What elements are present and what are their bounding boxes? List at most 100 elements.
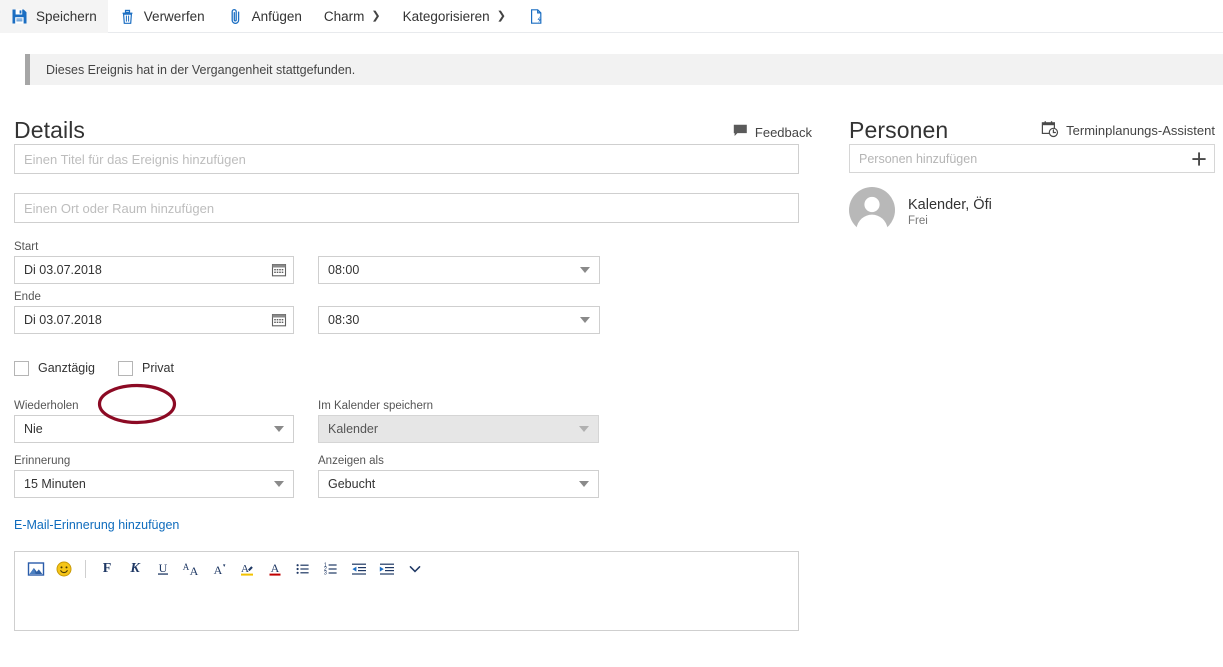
svg-text:A: A <box>190 564 199 578</box>
past-event-notification: Dieses Ereignis hat in der Vergangenheit… <box>25 54 1223 85</box>
attendee-name: Kalender, Öfi <box>908 197 992 213</box>
bold-icon[interactable]: F <box>94 556 120 582</box>
increase-font-size-icon[interactable]: A A <box>178 556 204 582</box>
title-field-row <box>14 144 806 174</box>
indent-icon[interactable] <box>374 556 400 582</box>
save-in-calendar-select[interactable]: Kalender <box>318 415 599 443</box>
charm-menu-label: Charm <box>324 9 365 24</box>
emoji-icon[interactable] <box>51 556 77 582</box>
feedback-button[interactable]: Feedback <box>733 124 812 144</box>
save-button-label: Speichern <box>36 9 97 24</box>
checkbox-row: Ganztägig Privat <box>14 357 820 379</box>
add-people-input[interactable] <box>849 144 1215 173</box>
svg-text:3: 3 <box>324 570 327 576</box>
start-time-wrapper <box>318 256 600 284</box>
toolbar-separator <box>85 560 86 578</box>
end-date-wrapper <box>14 306 294 334</box>
private-label: Privat <box>142 361 174 375</box>
repeat-select[interactable]: Nie <box>14 415 294 443</box>
chevron-down-icon: ❯ <box>371 11 380 22</box>
svg-text:A: A <box>214 563 223 577</box>
font-color-icon[interactable]: A <box>262 556 288 582</box>
plus-icon[interactable] <box>1188 148 1209 169</box>
discard-button[interactable]: Verwerfen <box>108 0 216 33</box>
people-title: Personen <box>849 117 948 144</box>
save-in-calendar-label: Im Kalender speichern <box>318 400 599 412</box>
italic-icon[interactable]: K <box>122 556 148 582</box>
save-button[interactable]: Speichern <box>0 0 108 33</box>
scheduling-assistant-label: Terminplanungs-Assistent <box>1066 123 1215 138</box>
categorize-menu[interactable]: Kategorisieren ❯ <box>392 0 517 33</box>
attach-button-label: Anfügen <box>252 9 302 24</box>
scheduling-assistant-button[interactable]: Terminplanungs-Assistent <box>1041 120 1215 144</box>
add-email-reminder-link[interactable]: E-Mail-Erinnerung hinzufügen <box>14 518 179 532</box>
people-header: Personen Terminplanungs-Assistent <box>849 100 1223 144</box>
attach-button[interactable]: Anfügen <box>216 0 313 33</box>
show-as-label: Anzeigen als <box>318 455 599 467</box>
event-location-input[interactable] <box>14 193 799 223</box>
svg-text:A: A <box>271 561 280 575</box>
options-labels-row-2: Erinnerung Anzeigen als <box>14 455 820 470</box>
paperclip-icon <box>227 8 244 25</box>
svg-text:A: A <box>241 563 249 575</box>
formatting-toolbar: F K U A A A <box>15 552 798 586</box>
discard-button-label: Verwerfen <box>144 9 205 24</box>
details-pane: Details Feedback Start <box>0 100 820 631</box>
description-body[interactable] <box>15 586 798 630</box>
private-checkbox-group: Privat <box>118 361 174 376</box>
notification-message: Dieses Ereignis hat in der Vergangenheit… <box>30 63 355 77</box>
trash-icon <box>119 8 136 25</box>
underline-icon[interactable]: U <box>150 556 176 582</box>
save-icon <box>11 8 28 25</box>
quick-action-icon <box>528 8 545 25</box>
description-editor: F K U A A A <box>14 551 799 631</box>
person-avatar <box>849 187 895 238</box>
details-header: Details Feedback <box>0 100 820 144</box>
charm-menu[interactable]: Charm ❯ <box>313 0 392 33</box>
location-field-row <box>14 174 806 223</box>
start-row <box>14 256 820 284</box>
end-row <box>14 306 820 334</box>
svg-text:U: U <box>159 561 168 575</box>
calendar-picker-icon[interactable] <box>269 260 289 280</box>
end-time-input[interactable] <box>318 306 600 334</box>
add-people-row <box>849 144 1215 173</box>
start-time-input[interactable] <box>318 256 600 284</box>
show-as-select[interactable]: Gebucht <box>318 470 599 498</box>
end-label: Ende <box>14 291 820 303</box>
calendar-clock-icon <box>1041 120 1059 141</box>
end-date-input[interactable] <box>14 306 294 334</box>
decrease-font-size-icon[interactable]: A <box>206 556 232 582</box>
private-checkbox[interactable] <box>118 361 133 376</box>
feedback-icon <box>733 124 748 141</box>
outdent-icon[interactable] <box>346 556 372 582</box>
people-pane: Personen Terminplanungs-Assistent <box>849 100 1223 234</box>
quick-action-button[interactable] <box>517 0 556 33</box>
command-bar: Speichern Verwerfen Anfügen Charm ❯ Kate… <box>0 0 1223 33</box>
options-labels-row-1: Wiederholen Im Kalender speichern <box>14 400 820 415</box>
page-title: Details <box>14 117 85 144</box>
options-row-1: Nie Kalender <box>14 415 820 443</box>
attendee-status: Frei <box>908 215 992 227</box>
numbered-list-icon[interactable]: 1 2 3 <box>318 556 344 582</box>
bulleted-list-icon[interactable] <box>290 556 316 582</box>
options-row-2: 15 Minuten Gebucht <box>14 470 820 498</box>
all-day-label: Ganztägig <box>38 361 95 375</box>
reminder-select[interactable]: 15 Minuten <box>14 470 294 498</box>
more-formatting-icon[interactable] <box>402 556 428 582</box>
start-label: Start <box>14 241 820 253</box>
start-date-input[interactable] <box>14 256 294 284</box>
end-time-wrapper <box>318 306 600 334</box>
calendar-picker-icon[interactable] <box>269 310 289 330</box>
event-title-input[interactable] <box>14 144 799 174</box>
options-grid: Wiederholen Im Kalender speichern Nie Ka… <box>0 400 820 498</box>
repeat-label: Wiederholen <box>14 400 294 412</box>
categorize-menu-label: Kategorisieren <box>403 9 490 24</box>
reminder-label: Erinnerung <box>14 455 294 467</box>
highlight-icon[interactable]: A <box>234 556 260 582</box>
attendee-list-item[interactable]: Kalender, Öfi Frei <box>849 190 1223 234</box>
all-day-checkbox[interactable] <box>14 361 29 376</box>
chevron-down-icon: ❯ <box>497 11 506 22</box>
insert-image-icon[interactable] <box>23 556 49 582</box>
start-date-wrapper <box>14 256 294 284</box>
